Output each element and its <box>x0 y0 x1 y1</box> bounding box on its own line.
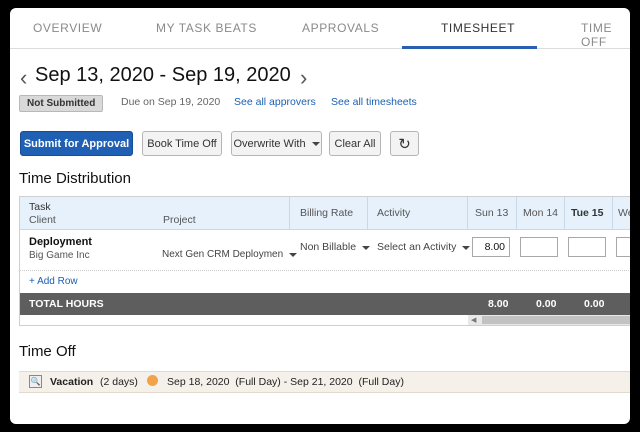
column-divider <box>564 197 565 229</box>
task-name[interactable]: Deployment <box>29 236 92 248</box>
scroll-left-icon[interactable]: ◀ <box>471 316 476 324</box>
status-badge: Not Submitted <box>19 95 104 112</box>
activity-select[interactable]: Select an Activity <box>377 241 471 253</box>
time-off-entry: 🔍 Vacation (2 days) Sep 18, 2020 (Full D… <box>19 371 630 393</box>
column-divider <box>367 197 368 229</box>
active-tab-indicator <box>402 46 537 49</box>
submit-label: Submit for Approval <box>23 137 130 150</box>
activity-value: Select an Activity <box>377 241 457 253</box>
clear-all-label: Clear All <box>334 137 376 150</box>
billing-rate-value: Non Billable <box>300 241 357 253</box>
header-client: Client <box>29 214 56 226</box>
project-value: Next Gen CRM Deploymen <box>162 249 284 260</box>
client-name: Big Game Inc <box>29 250 90 261</box>
tab-time-off[interactable]: TIME OFF <box>581 21 630 49</box>
total-hours-row: TOTAL HOURS 8.00 0.00 0.00 <box>20 293 630 315</box>
hours-input-mon[interactable] <box>520 237 558 257</box>
magnifier-icon[interactable]: 🔍 <box>29 375 42 388</box>
overwrite-label: Overwrite With <box>233 137 306 150</box>
total-tue: 0.00 <box>584 298 605 310</box>
header-tue-15: Tue 15 <box>571 207 604 219</box>
vacation-icon <box>147 375 158 386</box>
time-off-title: Time Off <box>19 343 76 360</box>
column-divider <box>467 197 468 229</box>
caret-down-icon <box>462 246 471 250</box>
project-select[interactable]: Next Gen CRM Deploymen <box>162 249 298 260</box>
billing-rate-select[interactable]: Non Billable <box>300 241 371 253</box>
due-date: Due on Sep 19, 2020 <box>121 96 221 108</box>
table-row: Deployment Big Game Inc Next Gen CRM Dep… <box>20 230 630 265</box>
overwrite-with-dropdown[interactable]: Overwrite With <box>231 131 322 156</box>
column-divider <box>289 197 290 229</box>
chevron-right-icon[interactable]: › <box>300 65 307 91</box>
time-distribution-title: Time Distribution <box>19 170 131 187</box>
header-project: Project <box>163 214 196 226</box>
caret-down-icon <box>289 253 298 257</box>
header-sun-13: Sun 13 <box>475 207 509 219</box>
see-all-timesheets-link[interactable]: See all timesheets <box>331 96 417 108</box>
header-wed: We <box>618 207 630 219</box>
row-divider <box>20 270 630 271</box>
hours-input-sun[interactable]: 8.00 <box>472 237 510 257</box>
header-mon-14: Mon 14 <box>523 207 559 219</box>
book-time-off-button[interactable]: Book Time Off <box>142 131 222 156</box>
hours-input-tue[interactable] <box>568 237 606 257</box>
hours-input-wed[interactable] <box>616 237 630 257</box>
table-header: Task Client Project Billing Rate Activit… <box>20 197 630 230</box>
time-distribution-table: Task Client Project Billing Rate Activit… <box>19 196 630 326</box>
submit-for-approval-button[interactable]: Submit for Approval <box>20 131 133 156</box>
add-row-link[interactable]: + Add Row <box>29 276 78 287</box>
refresh-button[interactable]: ↻ <box>390 131 419 156</box>
total-mon: 0.00 <box>536 298 557 310</box>
tab-timesheet[interactable]: TIMESHEET <box>441 21 515 35</box>
timesheet-window: OVERVIEW MY TASK BEATS APPROVALS TIMESHE… <box>10 8 630 424</box>
chevron-left-icon[interactable]: ‹ <box>20 65 27 91</box>
column-divider <box>516 197 517 229</box>
tab-my-task-beats[interactable]: MY TASK BEATS <box>156 21 257 35</box>
see-all-approvers-link[interactable]: See all approvers <box>234 96 316 108</box>
tab-approvals[interactable]: APPROVALS <box>302 21 379 35</box>
refresh-icon: ↻ <box>398 135 411 153</box>
tab-overview[interactable]: OVERVIEW <box>33 21 102 35</box>
column-divider <box>612 197 613 229</box>
caret-down-icon <box>311 141 320 146</box>
total-sun: 8.00 <box>488 298 509 310</box>
header-activity: Activity <box>377 207 411 219</box>
total-hours-label: TOTAL HOURS <box>29 298 104 310</box>
clear-all-button[interactable]: Clear All <box>329 131 381 156</box>
book-time-off-label: Book Time Off <box>147 137 217 150</box>
tab-bar: OVERVIEW MY TASK BEATS APPROVALS TIMESHE… <box>10 8 630 49</box>
time-off-type: Vacation <box>50 376 94 388</box>
horizontal-scrollbar[interactable]: ◀ <box>468 315 630 325</box>
period-range: Sep 13, 2020 - Sep 19, 2020 <box>35 64 291 86</box>
time-off-duration: (2 days) <box>100 376 138 388</box>
time-off-range: Sep 18, 2020 (Full Day) - Sep 21, 2020 (… <box>167 376 404 388</box>
scrollbar-thumb[interactable] <box>482 316 630 324</box>
caret-down-icon <box>362 246 371 250</box>
header-task: Task <box>29 201 51 213</box>
header-billing-rate: Billing Rate <box>300 207 354 219</box>
